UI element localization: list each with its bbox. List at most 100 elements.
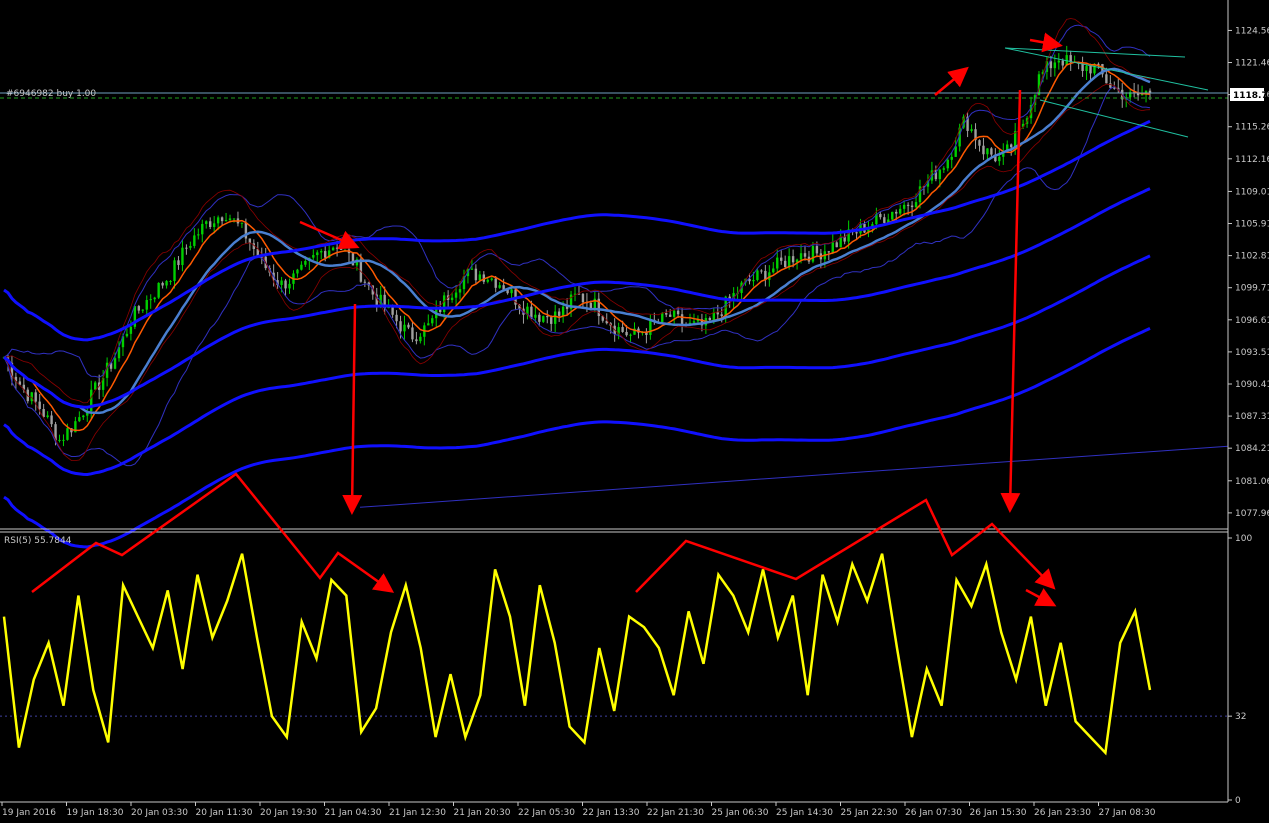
candle-body xyxy=(331,247,335,251)
x-tick-label: 26 Jan 07:30 xyxy=(905,808,962,818)
candle-body xyxy=(553,311,557,324)
x-tick-label: 25 Jan 22:30 xyxy=(841,808,898,818)
candle-body xyxy=(165,281,168,286)
candle-body xyxy=(557,311,561,316)
candle-body xyxy=(538,314,541,322)
candle-body xyxy=(752,279,755,282)
candle-body xyxy=(914,202,918,208)
candle-body xyxy=(82,415,85,418)
candle-body xyxy=(161,282,164,286)
rsi-label: RSI(5) 55.7844 xyxy=(4,536,72,546)
candle-body xyxy=(720,314,723,316)
candle-body xyxy=(216,217,220,224)
y-tick-label: 1124.56 xyxy=(1235,26,1269,36)
candle-body xyxy=(1057,60,1060,63)
y-tick-label: 1109.01 xyxy=(1235,187,1269,197)
candle-body xyxy=(201,223,204,235)
candle-body xyxy=(58,439,61,441)
y-tick-label: 1099.71 xyxy=(1235,284,1269,294)
candle-body xyxy=(542,316,545,322)
candle-body xyxy=(427,323,430,326)
candle-body xyxy=(990,148,993,155)
current-price-text: 1118.72 xyxy=(1233,91,1269,101)
candle-body xyxy=(431,318,434,324)
candle-body xyxy=(38,401,41,409)
x-tick-label: 19 Jan 18:30 xyxy=(67,808,124,818)
candle-body xyxy=(240,222,244,224)
candle-body xyxy=(708,318,712,321)
candle-body xyxy=(153,297,156,300)
candle-body xyxy=(954,146,957,157)
candle-body xyxy=(193,235,196,246)
candle-body xyxy=(300,264,303,270)
candle-body xyxy=(1113,87,1116,89)
candle-body xyxy=(835,242,838,248)
candle-body xyxy=(209,221,212,228)
candle-body xyxy=(411,327,414,340)
candle-body xyxy=(181,247,184,266)
trading-chart[interactable]: 1124.561121.461118.361115.261112.161109.… xyxy=(0,0,1269,819)
candle-body xyxy=(772,268,775,273)
x-tick-label: 20 Jan 03:30 xyxy=(131,808,188,818)
y-tick-label: 1087.31 xyxy=(1235,412,1269,422)
x-tick-label: 22 Jan 21:30 xyxy=(647,808,704,818)
candle-body xyxy=(879,214,882,218)
candle-body xyxy=(898,208,902,214)
candle-body xyxy=(177,260,180,266)
candle-body xyxy=(716,312,719,315)
y-tick-label: 1105.91 xyxy=(1235,220,1269,230)
chart-canvas[interactable]: 1124.561121.461118.361115.261112.161109.… xyxy=(0,0,1269,819)
candle-body xyxy=(280,280,283,285)
x-tick-label: 22 Jan 05:30 xyxy=(518,808,575,818)
candle-body xyxy=(799,253,803,260)
candle-body xyxy=(902,204,906,209)
candle-body xyxy=(776,257,779,269)
candle-body xyxy=(1097,63,1100,65)
candle-body xyxy=(815,246,819,254)
candle-body xyxy=(530,306,533,318)
candle-body xyxy=(811,246,815,262)
candle-body xyxy=(946,159,949,169)
candle-body xyxy=(157,282,160,298)
x-tick-label: 27 Jan 08:30 xyxy=(1099,808,1156,818)
candle-body xyxy=(34,392,37,402)
candle-body xyxy=(399,321,402,332)
chart-background xyxy=(0,0,1269,819)
candle-body xyxy=(125,333,129,337)
candle-body xyxy=(113,358,117,369)
candle-body xyxy=(141,309,144,311)
candle-body xyxy=(320,251,323,253)
candle-body xyxy=(486,279,489,282)
candle-body xyxy=(1010,144,1013,148)
candle-body xyxy=(831,242,834,253)
y-tick-label: 1093.51 xyxy=(1235,348,1269,358)
order-label[interactable]: #6946982 buy 1.00 xyxy=(6,89,96,99)
candle-body xyxy=(891,211,894,220)
x-tick-label: 21 Jan 12:30 xyxy=(389,808,446,818)
candle-body xyxy=(46,415,49,418)
y-tick-label: 1115.26 xyxy=(1235,123,1269,133)
candle-body xyxy=(1148,90,1152,93)
candle-body xyxy=(335,247,339,249)
candle-body xyxy=(827,251,831,253)
y-tick-label: 1102.81 xyxy=(1235,252,1269,262)
candle-body xyxy=(407,324,410,328)
candle-body xyxy=(316,252,319,256)
candle-body xyxy=(581,293,585,303)
candle-body xyxy=(1105,74,1108,84)
candle-body xyxy=(970,129,973,131)
rsi-tick-label: 100 xyxy=(1235,534,1252,544)
candle-body xyxy=(129,326,133,334)
candle-body xyxy=(783,260,787,268)
candle-body xyxy=(224,220,228,222)
candle-body xyxy=(66,428,69,440)
candle-body xyxy=(197,234,200,236)
y-tick-label: 1081.06 xyxy=(1235,477,1269,487)
candle-body xyxy=(712,312,716,321)
candle-body xyxy=(173,260,176,281)
x-tick-label: 26 Jan 23:30 xyxy=(1034,808,1091,818)
candle-body xyxy=(621,327,624,332)
candle-body xyxy=(534,314,537,318)
candle-body xyxy=(668,314,672,317)
candle-body xyxy=(676,310,680,315)
